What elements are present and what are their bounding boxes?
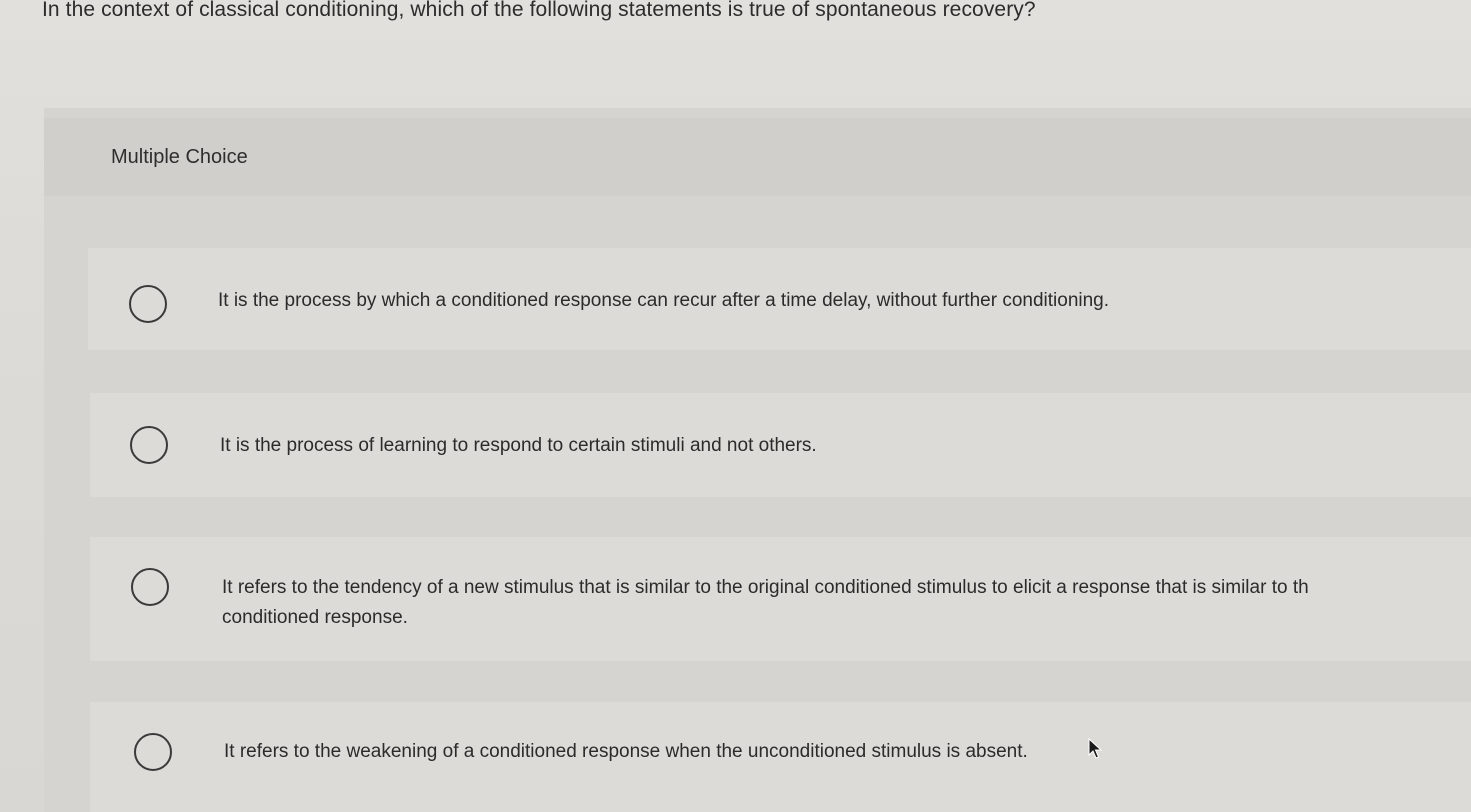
option-4-text[interactable]: It refers to the weakening of a conditio…: [224, 737, 1028, 767]
option-3-text-line-2[interactable]: conditioned response.: [222, 603, 408, 633]
mouse-cursor-icon: [1088, 738, 1103, 759]
option-2-radio[interactable]: [130, 426, 168, 464]
option-2-text[interactable]: It is the process of learning to respond…: [220, 431, 817, 461]
option-1-radio[interactable]: [129, 285, 167, 323]
option-4-radio[interactable]: [134, 733, 172, 771]
multiple-choice-label: Multiple Choice: [111, 146, 248, 168]
question-text: In the context of classical conditioning…: [42, 0, 1036, 21]
option-1-text[interactable]: It is the process by which a conditioned…: [218, 286, 1109, 316]
multiple-choice-header: [44, 118, 1471, 196]
option-3-radio[interactable]: [131, 568, 169, 606]
option-3-text-line-1[interactable]: It refers to the tendency of a new stimu…: [222, 573, 1309, 603]
